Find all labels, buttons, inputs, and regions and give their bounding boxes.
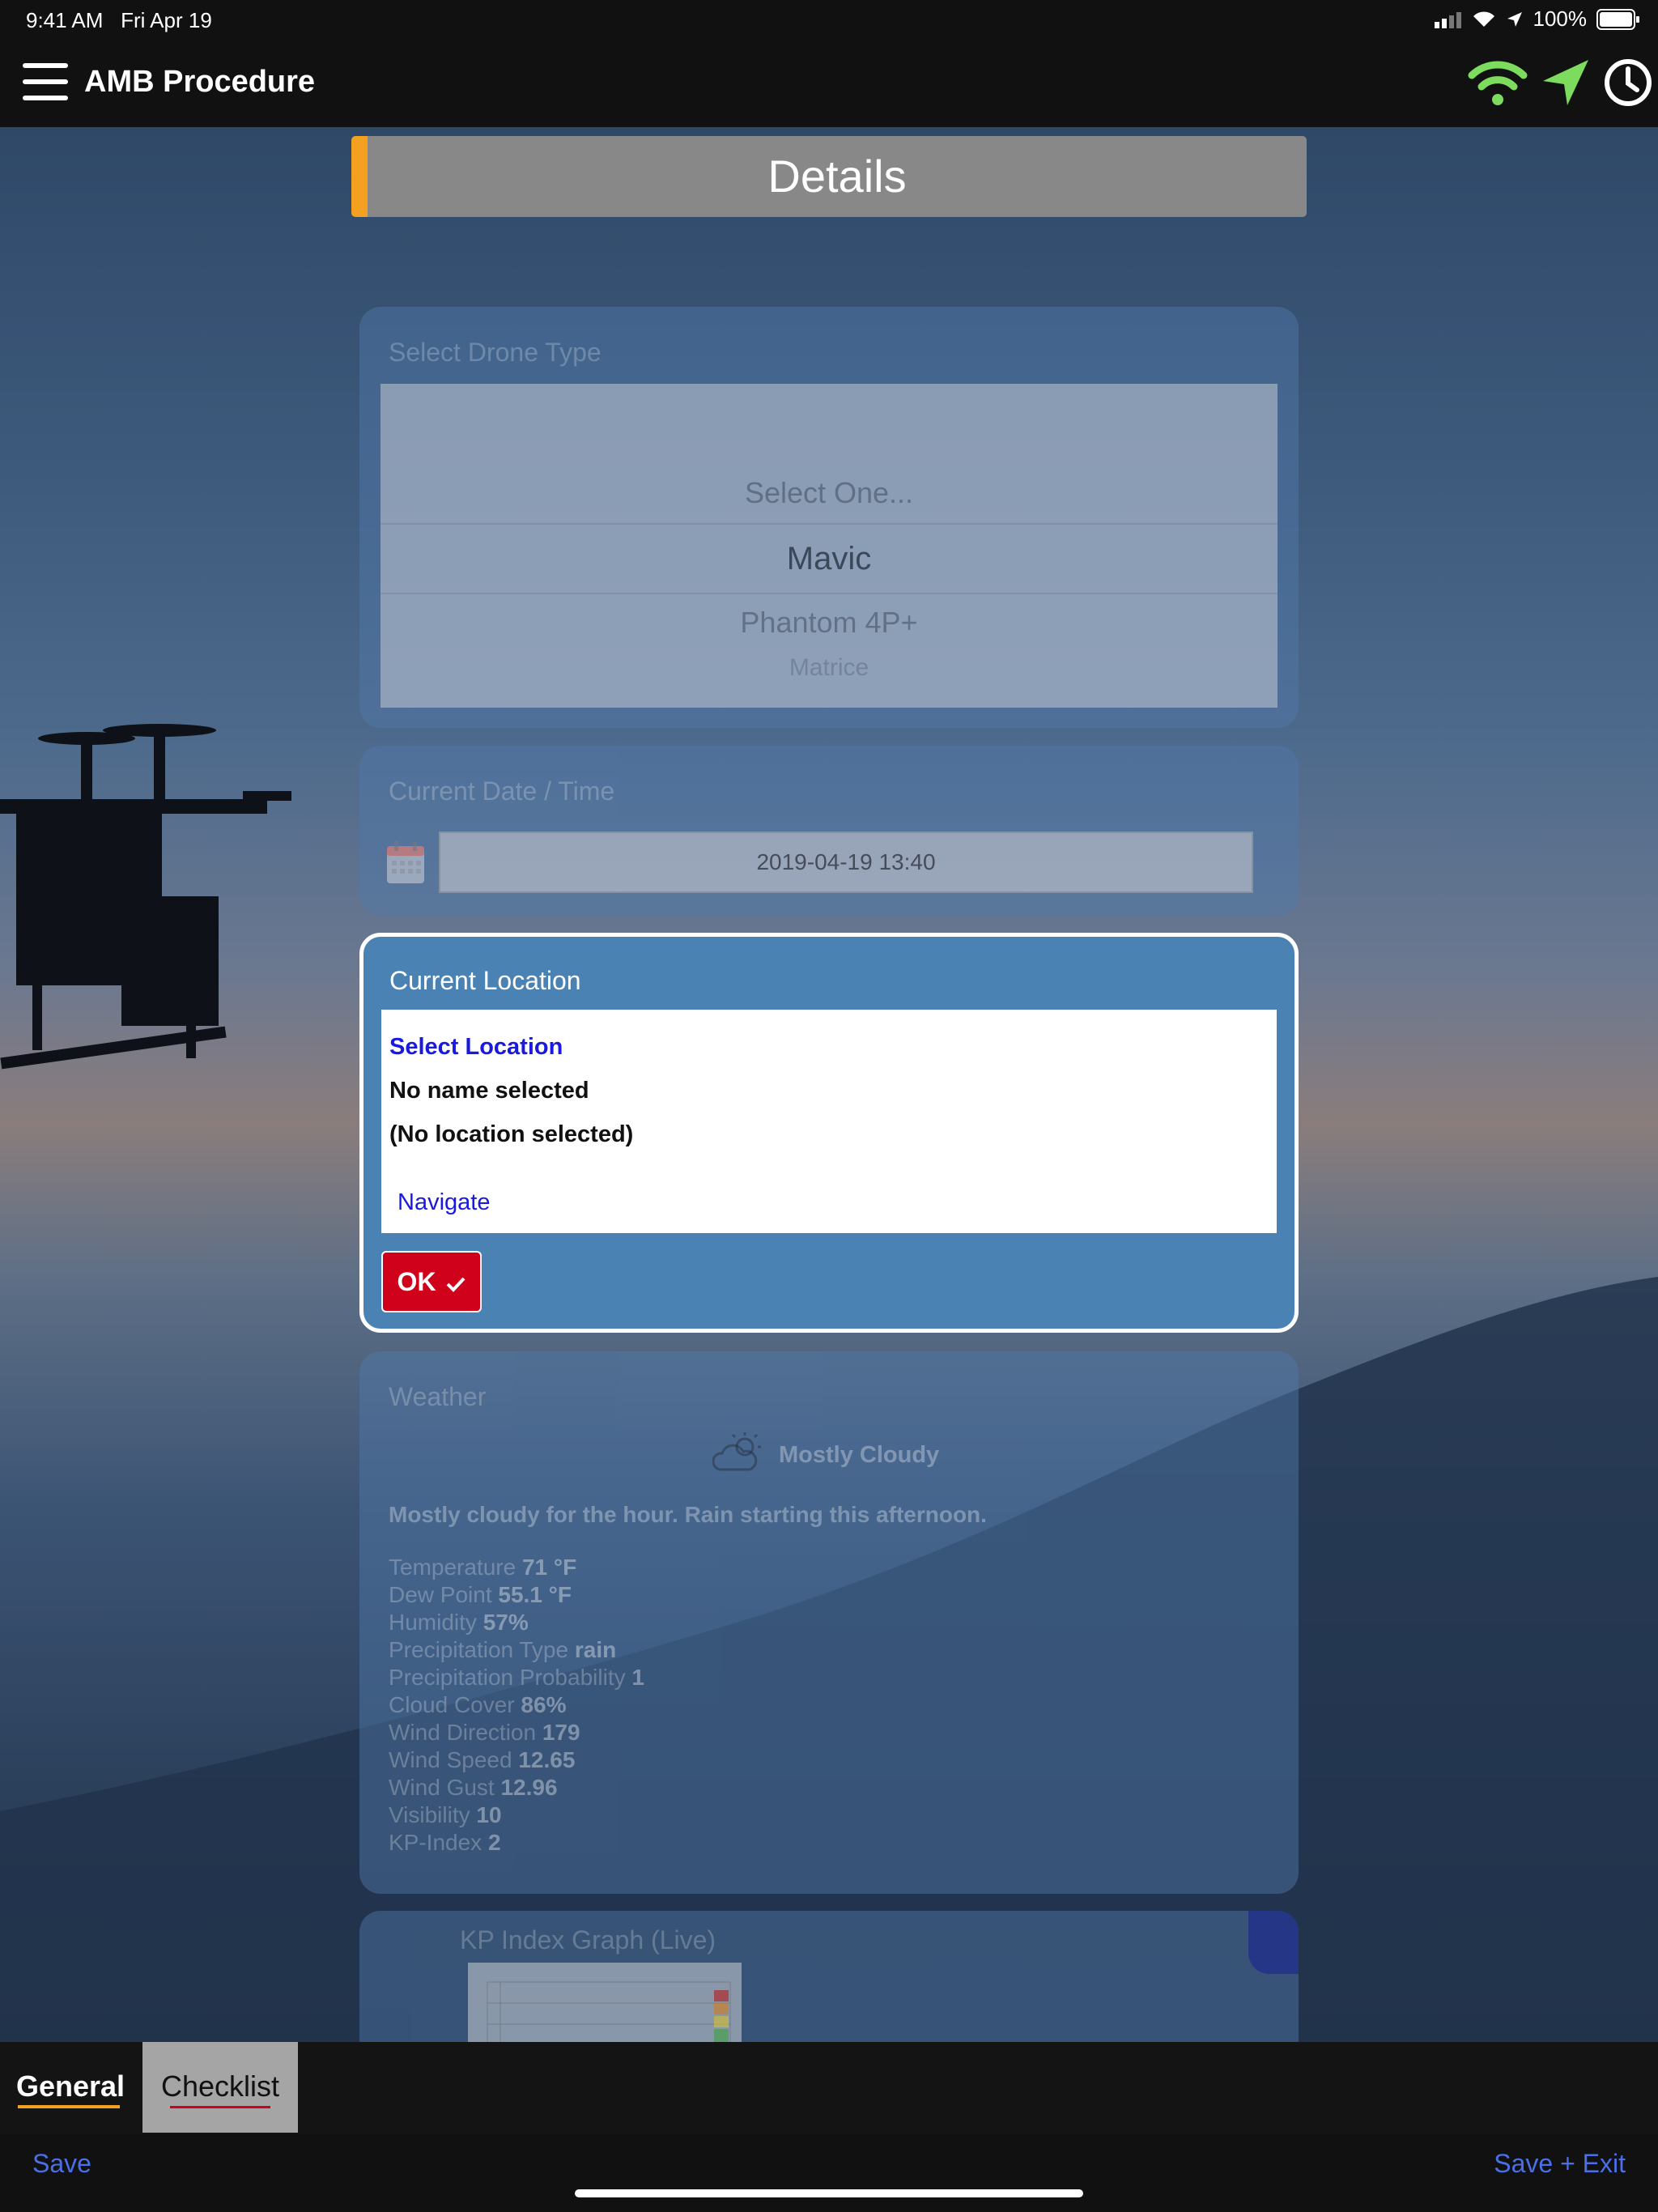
clock-icon[interactable] [1603, 57, 1653, 108]
home-indicator[interactable] [575, 2189, 1083, 2197]
weather-details: Temperature 71 °F Dew Point 55.1 °F Humi… [389, 1554, 644, 1857]
location-arrow-icon [1507, 11, 1522, 27]
ok-button[interactable]: OK [381, 1251, 482, 1312]
weather-summary: Mostly cloudy for the hour. Rain startin… [389, 1502, 987, 1527]
drone-silhouette [0, 724, 291, 1070]
select-location-link[interactable]: Select Location [389, 1034, 563, 1061]
gps-status-icon[interactable] [1540, 57, 1592, 108]
tab-checklist-underline [170, 2106, 270, 2108]
weather-row: Humidity 57% [389, 1610, 529, 1635]
checkmark-icon [447, 1277, 466, 1292]
weather-row: Wind Direction 179 [389, 1720, 580, 1745]
details-header: Details [351, 136, 1307, 217]
datetime-label: Current Date / Time [389, 776, 615, 806]
ok-button-label: OK [397, 1267, 436, 1296]
picker-option-selected[interactable]: Mavic [380, 523, 1278, 594]
save-exit-button[interactable]: Save + Exit [1494, 2149, 1626, 2179]
picker-option[interactable]: Phantom 4P+ [380, 604, 1278, 641]
weather-condition: Mostly Cloudy [779, 1442, 940, 1468]
app-title: AMB Procedure [84, 65, 316, 99]
calendar-icon[interactable] [385, 840, 426, 885]
picker-option[interactable]: Matrice [380, 653, 1278, 683]
wifi-status-icon[interactable] [1467, 57, 1528, 108]
wifi-icon [1473, 11, 1494, 27]
weather-row: Cloud Cover 86% [389, 1692, 567, 1717]
battery-percent: 100% [1533, 6, 1588, 31]
weather-row: Temperature 71 °F [389, 1555, 577, 1580]
save-button[interactable]: Save [32, 2149, 91, 2179]
battery-icon [1596, 8, 1639, 30]
picker-option[interactable]: Select One... [380, 474, 1278, 512]
cellular-icon [1434, 11, 1461, 28]
weather-row: Wind Gust 12.96 [389, 1775, 558, 1800]
status-right: 100% [1434, 6, 1641, 32]
tab-general[interactable]: General [0, 2042, 141, 2133]
kp-graph-action-button[interactable] [1248, 1911, 1299, 1974]
tab-bar: General Checklist [0, 2042, 1658, 2134]
drone-type-label: Select Drone Type [389, 338, 602, 367]
partly-cloudy-icon [712, 1432, 761, 1471]
weather-row: Precipitation Probability 1 [389, 1665, 644, 1690]
weather-row: Wind Speed 12.65 [389, 1747, 576, 1772]
tab-general-underline [18, 2105, 120, 2108]
kp-graph-label: KP Index Graph (Live) [460, 1925, 716, 1955]
datetime-field[interactable]: 2019-04-19 13:40 [439, 832, 1253, 893]
bottom-bar: Save Save + Exit [0, 2134, 1658, 2212]
location-card: Current Location Select Location No name… [359, 933, 1299, 1333]
weather-label: Weather [389, 1382, 487, 1411]
weather-row: KP-Index 2 [389, 1830, 501, 1855]
weather-card: Weather Mostly Cloudy Mostly cloudy for … [359, 1351, 1299, 1894]
location-panel: Select Location No name selected (No loc… [381, 1010, 1277, 1233]
location-title: Current Location [389, 966, 581, 995]
weather-row: Dew Point 55.1 °F [389, 1582, 572, 1607]
drone-type-card: Select Drone Type Select One... Mavic Ph… [359, 307, 1299, 728]
hamburger-menu-icon[interactable] [23, 63, 68, 100]
tab-checklist[interactable]: Checklist [142, 2042, 298, 2133]
drone-type-picker[interactable]: Select One... Mavic Phantom 4P+ Matrice [380, 384, 1278, 708]
location-name: No name selected [389, 1078, 589, 1104]
status-bar: 9:41 AM Fri Apr 19 100% [0, 0, 1658, 39]
app-bar-icons [1467, 57, 1653, 108]
weather-row: Visibility 10 [389, 1802, 502, 1827]
datetime-card: Current Date / Time 2019-04-19 13:40 [359, 746, 1299, 916]
navigate-link[interactable]: Navigate [397, 1189, 490, 1216]
status-time: 9:41 AM Fri Apr 19 [26, 8, 212, 32]
location-coords: (No location selected) [389, 1121, 634, 1147]
weather-row: Precipitation Type rain [389, 1637, 617, 1662]
app-bar: AMB Procedure [0, 39, 1658, 127]
